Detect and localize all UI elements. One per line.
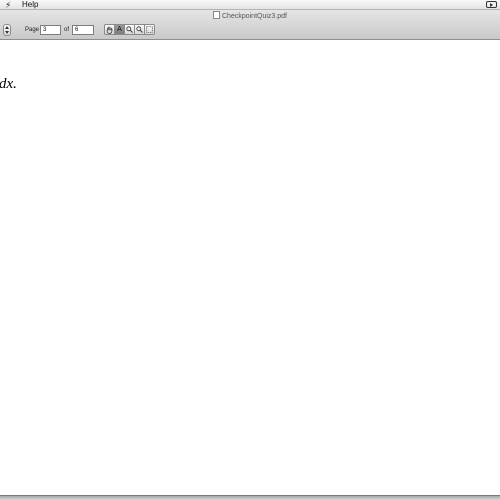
- script-menu-icon[interactable]: ⚡: [5, 0, 11, 10]
- select-rectangle-button[interactable]: [144, 24, 155, 35]
- text-select-tool-icon: A: [117, 26, 122, 33]
- page-number-input[interactable]: 3: [40, 25, 61, 35]
- select-rectangle-icon: [146, 26, 153, 33]
- hand-tool-icon: [106, 26, 113, 34]
- pdf-page-area[interactable]: dx.: [0, 40, 500, 495]
- menu-help[interactable]: Help: [22, 0, 38, 10]
- page-label: Page: [25, 27, 40, 33]
- zoom-in-icon: [126, 26, 133, 33]
- window-title-text: CheckpointQuiz3.pdf: [222, 13, 287, 20]
- page-text-fragment: dx.: [0, 76, 17, 92]
- window-bottom-edge: [0, 495, 500, 500]
- page-stepper[interactable]: [3, 24, 11, 36]
- window-toolbar: CheckpointQuiz3.pdf Page 3 of 6 A: [0, 10, 500, 40]
- of-label: of: [64, 27, 70, 33]
- pdf-viewer-screen: ⚡ Help CheckpointQuiz3.pdf Page 3 of 6 A: [0, 0, 500, 500]
- total-pages-field: 6: [72, 25, 94, 35]
- zoom-out-icon: [136, 26, 143, 33]
- pdf-document-icon: [213, 11, 220, 19]
- forward-tray-icon[interactable]: [486, 1, 497, 8]
- window-title: CheckpointQuiz3.pdf: [0, 11, 500, 21]
- menu-bar: ⚡ Help: [0, 0, 500, 10]
- tool-mode-group: A: [104, 24, 155, 35]
